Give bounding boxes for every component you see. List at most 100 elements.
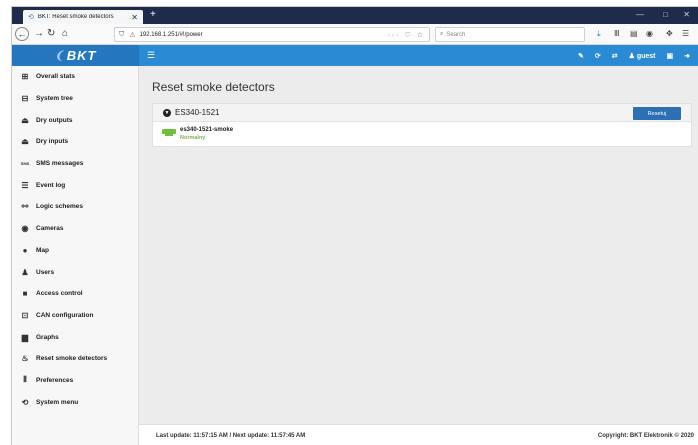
save-icon[interactable]: ▣ [667, 52, 674, 60]
download-icon[interactable]: ⤓ [597, 29, 601, 39]
sidebar-item-label: Graphs [36, 333, 59, 341]
reload-icon[interactable]: ↻ [47, 28, 55, 39]
sidebar-item-label: Map [36, 246, 49, 254]
browser-tab-strip: ⟲ BKT: Reset smoke detectors ✕ + — □ ✕ [12, 7, 698, 24]
sidebar-item-label: System tree [36, 95, 73, 103]
sidebar-item-event-log[interactable]: ☰ Event log [12, 174, 138, 196]
sidebar-item-overall-stats[interactable]: ⊞ Overall stats [12, 66, 138, 88]
sidebar-item-label: Preferences [36, 376, 74, 384]
main-content: Reset smoke detectors ▼ ES340-1521 Reset… [139, 66, 698, 445]
page-actions-icon[interactable]: ··· ♡ ☆ [388, 31, 425, 39]
search-input[interactable]: ⌕ Search [435, 27, 585, 42]
minimize-icon[interactable]: — [636, 10, 644, 19]
user-menu[interactable]: ♟ guest [629, 52, 656, 60]
sidebar-item-access-control[interactable]: ■ Access control [12, 283, 138, 305]
device-card: ▼ ES340-1521 Resetuj es340-1521-smoke No… [152, 103, 692, 147]
account-icon[interactable]: ◉ [646, 29, 653, 38]
sidebar-item-label: Event log [36, 181, 66, 189]
can-icon: ⊡ [21, 310, 29, 320]
new-tab-button[interactable]: + [150, 9, 156, 20]
sidebar-item-label: Cameras [36, 225, 64, 233]
sidebar-item-system-tree[interactable]: ⊟ System tree [12, 88, 138, 110]
browser-tab[interactable]: ⟲ BKT: Reset smoke detectors ✕ [23, 10, 143, 24]
maximize-icon[interactable]: □ [663, 10, 668, 19]
grid-icon: ⊞ [21, 72, 29, 82]
menu-icon[interactable]: ☰ [682, 29, 689, 38]
hamburger-menu-icon[interactable]: ☰ [147, 50, 155, 61]
sidebar-item-users[interactable]: ♟ Users [12, 261, 138, 283]
sidebar-item-can-configuration[interactable]: ⊡ CAN configuration [12, 305, 138, 327]
sidebar-item-reset-smoke-detectors[interactable]: ♨ Reset smoke detectors [12, 348, 138, 370]
smoke-sensor-icon [162, 129, 176, 136]
link-icon: ⚯ [21, 202, 29, 212]
sidebar-item-label: SMS messages [36, 160, 84, 168]
fire-icon: ♨ [21, 354, 29, 364]
input-icon: ⏏ [21, 137, 29, 147]
sms-icon: SMS [20, 161, 30, 167]
browser-window: ⟲ BKT: Reset smoke detectors ✕ + — □ ✕ ←… [11, 6, 698, 445]
sidebar: ⊞ Overall stats ⊟ System tree ⏏ Dry outp… [12, 66, 139, 445]
sensor-row: es340-1521-smoke Normalny [153, 122, 691, 146]
sync-icon[interactable]: ⇄ [612, 52, 618, 60]
tab-title: BKT: Reset smoke detectors [37, 14, 114, 20]
close-window-icon[interactable]: ✕ [683, 10, 690, 19]
sidebar-item-dry-outputs[interactable]: ⏏ Dry outputs [12, 109, 138, 131]
eye-icon: ◉ [21, 224, 29, 234]
logo-swoosh-icon: ❨ [54, 50, 65, 62]
sliders-icon: ⦀ [23, 375, 27, 385]
sidebar-item-system-menu[interactable]: ⟲ System menu [12, 391, 138, 413]
shield-icon: ⛉ [119, 30, 125, 38]
url-text[interactable]: 192.168.1.251/#!/power [140, 32, 388, 38]
sensor-info: es340-1521-smoke Normalny [180, 127, 233, 141]
tools-icon[interactable]: ✎ [578, 52, 584, 60]
sidebar-item-label: Dry inputs [36, 138, 69, 146]
sidebar-item-label: Reset smoke detectors [36, 355, 108, 363]
library-icon[interactable]: Ⅲ [614, 29, 620, 38]
copyright: Copyright: BKT Elektronik © 2020 [597, 432, 694, 439]
footer: Last update: 11:57:15 AM / Next update: … [139, 424, 698, 445]
sidebar-item-map[interactable]: ● Map [12, 240, 138, 262]
lock-icon: ■ [22, 289, 28, 299]
sidebar-item-logic-schemes[interactable]: ⚯ Logic schemes [12, 196, 138, 218]
users-icon: ♟ [21, 267, 29, 277]
browser-nav-bar: ← → ↻ ⌂ ⛉ ⚠ 192.168.1.251/#!/power ··· ♡… [12, 24, 698, 45]
sidebar-icon[interactable]: ▤ [630, 29, 638, 38]
header-actions: ✎ ⟳ ⇄ ♟ guest ▣ ➜ [578, 45, 690, 66]
page-title: Reset smoke detectors [152, 80, 275, 94]
search-icon: ⌕ [440, 31, 444, 37]
output-icon: ⏏ [21, 115, 29, 125]
sidebar-item-label: System menu [36, 398, 79, 406]
logo-text: BKT [66, 48, 97, 63]
sidebar-item-dry-inputs[interactable]: ⏏ Dry inputs [12, 131, 138, 153]
insecure-lock-icon: ⚠ [129, 31, 136, 39]
sidebar-item-preferences[interactable]: ⦀ Preferences [12, 370, 138, 392]
sidebar-item-graphs[interactable]: ▆ Graphs [12, 326, 138, 348]
chevron-down-icon[interactable]: ▼ [163, 108, 171, 117]
sensor-name: es340-1521-smoke [180, 127, 234, 133]
back-icon[interactable]: ← [15, 27, 29, 41]
sidebar-item-label: Logic schemes [36, 203, 83, 211]
bkt-logo[interactable]: ❨ BKT [12, 45, 139, 66]
user-icon: ♟ [628, 52, 635, 60]
refresh-icon[interactable]: ⟳ [595, 52, 601, 60]
reset-button[interactable]: Resetuj [633, 107, 681, 120]
search-placeholder: Search [446, 31, 466, 38]
home-icon[interactable]: ⌂ [62, 28, 68, 39]
sidebar-item-label: Overall stats [36, 73, 76, 81]
device-name: ES340-1521 [175, 108, 220, 117]
sensor-status: Normalny [180, 135, 206, 141]
logout-icon[interactable]: ➜ [684, 52, 690, 60]
url-bar[interactable]: ⛉ ⚠ 192.168.1.251/#!/power ··· ♡ ☆ [114, 27, 430, 42]
list-icon: ☰ [21, 180, 29, 190]
tab-close-icon[interactable]: ✕ [131, 13, 138, 22]
update-status: Last update: 11:57:15 AM / Next update: … [156, 432, 306, 439]
sidebar-item-label: CAN configuration [36, 311, 94, 319]
extension-icon[interactable]: ✥ [666, 29, 673, 38]
sidebar-item-label: Users [36, 268, 55, 276]
sidebar-item-sms-messages[interactable]: SMS SMS messages [12, 153, 138, 175]
tree-icon: ⊟ [21, 94, 29, 104]
sidebar-item-cameras[interactable]: ◉ Cameras [12, 218, 138, 240]
forward-icon[interactable]: → [34, 28, 44, 39]
device-header[interactable]: ▼ ES340-1521 Resetuj [153, 104, 691, 122]
app-header: ❨ BKT ☰ ✎ ⟳ ⇄ ♟ guest ▣ ➜ [12, 45, 698, 66]
